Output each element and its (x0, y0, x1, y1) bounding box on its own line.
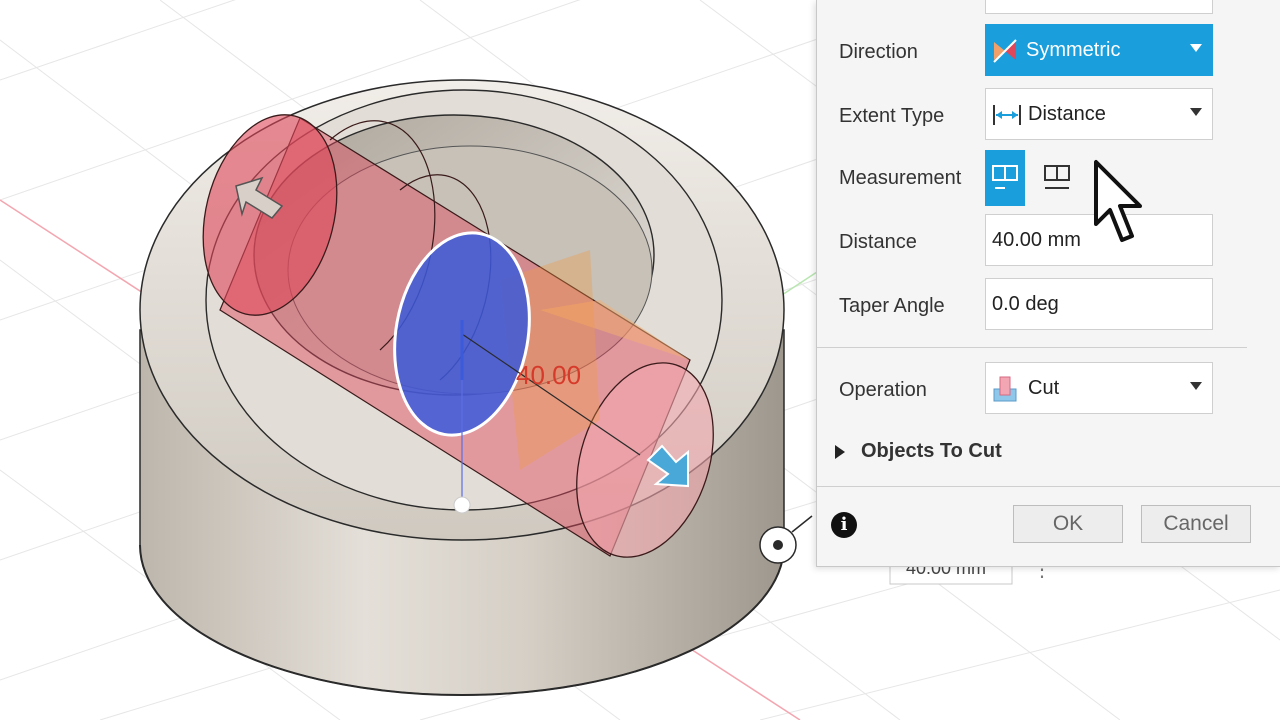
info-icon[interactable]: i (831, 512, 857, 538)
taper-angle-value: 0.0 deg (992, 293, 1059, 315)
distance-row: Distance 40.00 mm (817, 214, 1280, 270)
symmetric-icon (993, 39, 1017, 63)
footer-divider (817, 486, 1280, 487)
extent-type-dropdown[interactable]: Distance (985, 88, 1213, 140)
extent-type-label: Extent Type (839, 105, 945, 127)
expand-triangle-icon (835, 445, 845, 459)
objects-to-cut-header[interactable]: Objects To Cut (835, 438, 1235, 468)
direction-chevron-down-icon (1190, 44, 1202, 52)
operation-row: Operation Cut (817, 362, 1280, 418)
measurement-whole-button[interactable] (1037, 150, 1077, 206)
operation-dropdown[interactable]: Cut (985, 362, 1213, 414)
distance-label: Distance (839, 231, 917, 253)
operation-label: Operation (839, 379, 927, 401)
mouse-cursor-icon (1094, 160, 1142, 242)
top-field[interactable] (985, 0, 1213, 14)
operation-chevron-down-icon (1190, 382, 1202, 390)
edge-handle-dot (773, 540, 783, 550)
objects-to-cut-label: Objects To Cut (861, 440, 1002, 462)
ok-button[interactable]: OK (1013, 505, 1123, 543)
extent-type-chevron-down-icon (1190, 108, 1202, 116)
direction-value: Symmetric (1026, 39, 1121, 61)
measurement-label: Measurement (839, 167, 962, 189)
operation-value: Cut (1028, 377, 1060, 399)
direction-row: Direction Symmetric (817, 24, 1280, 80)
direction-dropdown[interactable]: Symmetric (985, 24, 1213, 76)
cancel-button[interactable]: Cancel (1141, 505, 1251, 543)
taper-angle-field[interactable]: 0.0 deg (985, 278, 1213, 330)
extent-type-value: Distance (1028, 103, 1106, 125)
measurement-whole-icon (1044, 165, 1070, 189)
extrude-panel: Direction Symmetric Extent Type Distance… (816, 0, 1280, 567)
distance-icon (993, 105, 1021, 125)
manipulator-origin[interactable] (453, 496, 471, 514)
extent-type-row: Extent Type Distance (817, 88, 1280, 144)
measurement-row: Measurement (817, 150, 1280, 206)
taper-angle-row: Taper Angle 0.0 deg (817, 278, 1280, 334)
taper-angle-label: Taper Angle (839, 295, 945, 317)
measurement-half-button[interactable] (985, 150, 1025, 206)
distance-value: 40.00 mm (992, 229, 1081, 251)
measurement-half-icon (992, 165, 1018, 189)
section-divider (817, 347, 1247, 348)
cut-icon (993, 376, 1017, 402)
direction-label: Direction (839, 41, 918, 63)
dimension-label[interactable]: 40.00 (516, 360, 581, 390)
leader-line (791, 515, 813, 533)
